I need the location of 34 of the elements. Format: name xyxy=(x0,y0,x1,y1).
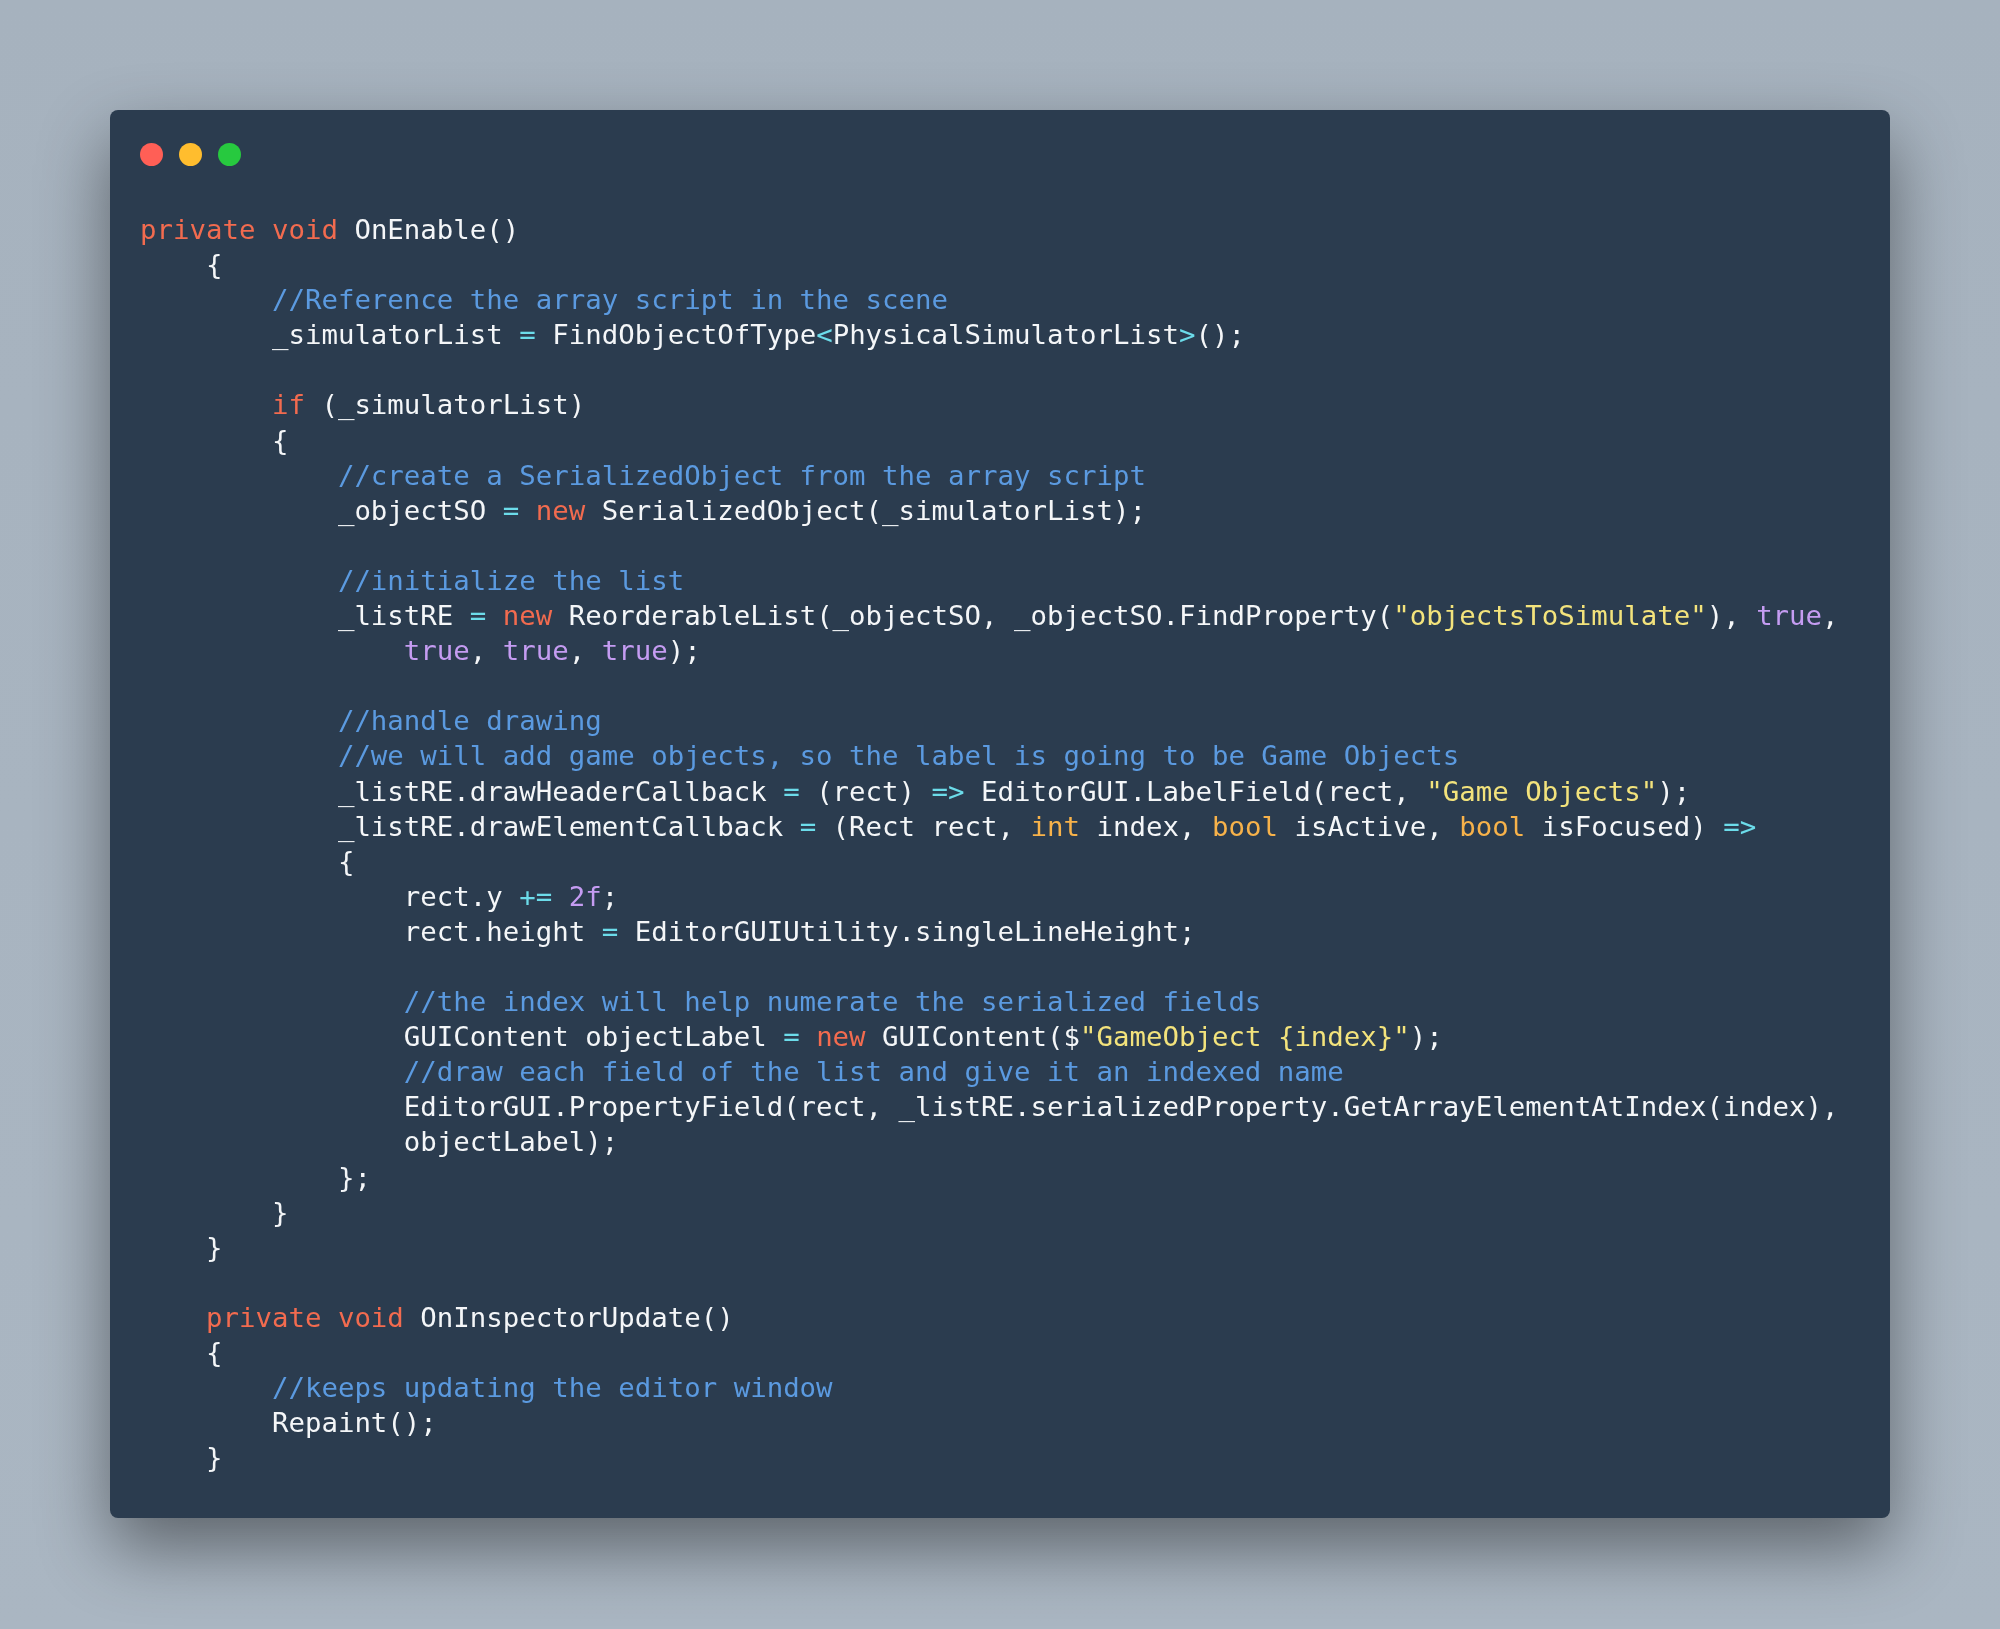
code-line: //the index will help numerate the serialized fields xyxy=(402,985,1262,1020)
code-line: private void OnEnable() xyxy=(140,213,520,247)
code-line: true, true, true); xyxy=(402,634,701,669)
minimize-dot-icon xyxy=(179,142,202,166)
code-line: objectLabel); xyxy=(402,1125,619,1160)
code-line: //draw each field of the list and give it an indexed name xyxy=(402,1055,1344,1090)
code-line: //we will add game objects, so the label is going to be Game Objects xyxy=(336,739,1460,774)
code-line: _listRE = new ReorderableList(_objectSO, _objectSO.FindProperty("objectsToSimulate"), true, xyxy=(336,599,1839,634)
code-line: EditorGUI.PropertyField(rect, _listRE.serializedProperty.GetArrayElementAtIndex(index), xyxy=(402,1090,1839,1125)
code-line: _listRE.drawElementCallback = (Rect rect, int index, bool isActive, bool isFocused) => xyxy=(336,809,1757,844)
code-line: { xyxy=(204,1336,223,1370)
code-line: //keeps updating the editor window xyxy=(270,1371,833,1406)
maximize-dot-icon xyxy=(218,142,241,166)
code-line: { xyxy=(336,844,355,879)
close-dot-icon xyxy=(140,142,163,166)
code-line: _objectSO = new SerializedObject(_simulatorList); xyxy=(336,493,1146,528)
code-line: //handle drawing xyxy=(336,704,602,739)
code-line: }; xyxy=(336,1160,371,1195)
code-line: _listRE.drawHeaderCallback = (rect) => EditorGUI.LabelField(rect, "Game Objects"); xyxy=(336,774,1691,809)
code-line: { xyxy=(270,423,289,458)
code-line: Repaint(); xyxy=(270,1406,437,1441)
code-line: GUIContent objectLabel = new GUIContent($"GameObject {index}"); xyxy=(402,1020,1443,1055)
code-line: { xyxy=(204,248,223,283)
code-line: } xyxy=(270,1195,289,1230)
code-line: _simulatorList = FindObjectOfType<PhysicalSimulatorList>(); xyxy=(270,318,1245,353)
code-line: //initialize the list xyxy=(336,563,685,598)
code-line: rect.y += 2f; xyxy=(402,879,619,914)
code-line: //Reference the array script in the scene xyxy=(270,283,949,318)
code-line: rect.height = EditorGUIUtility.singleLineHeight; xyxy=(402,914,1196,949)
code-line: } xyxy=(204,1441,223,1476)
code-line: //create a SerializedObject from the array script xyxy=(336,458,1146,493)
code-line: } xyxy=(204,1230,223,1265)
code-line: private void OnInspectorUpdate() xyxy=(204,1300,734,1335)
code-line: if (_simulatorList) xyxy=(270,388,586,423)
